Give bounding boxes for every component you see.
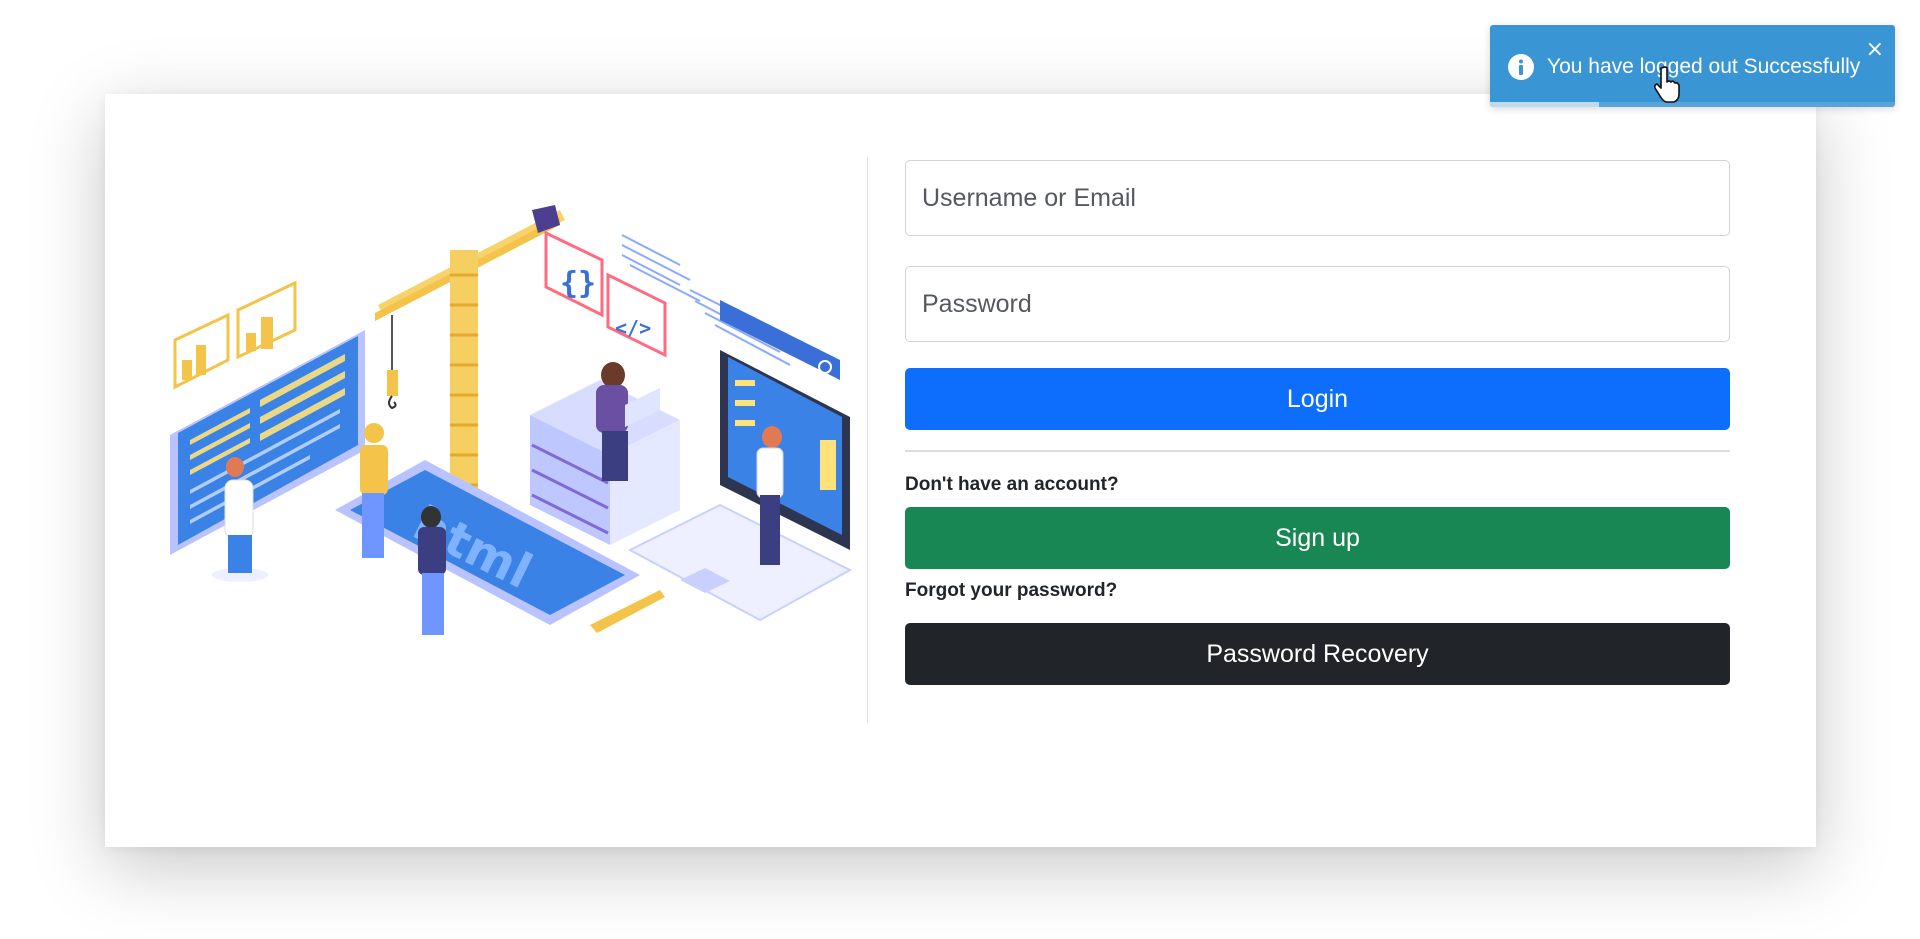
web-development-illustration: {} </> html — [170, 205, 853, 635]
chart-windows — [173, 280, 297, 390]
toast-progress-bar — [1490, 102, 1600, 107]
username-input[interactable] — [905, 160, 1730, 236]
password-input[interactable] — [905, 266, 1730, 342]
password-recovery-button[interactable]: Password Recovery — [905, 623, 1730, 685]
form-divider — [905, 450, 1730, 452]
info-icon — [1508, 54, 1534, 80]
toast-message: You have logged out Successfully — [1547, 55, 1861, 78]
login-button[interactable]: Login — [905, 368, 1730, 430]
svg-text:</>: </> — [615, 316, 651, 340]
no-account-label: Don't have an account? — [905, 474, 1119, 495]
signup-button[interactable]: Sign up — [905, 507, 1730, 569]
hand-cursor-icon — [1653, 66, 1680, 103]
vertical-divider — [867, 157, 868, 723]
server-stack — [530, 362, 680, 545]
code-windows: {} </> — [544, 230, 791, 366]
logout-toast[interactable]: You have logged out Successfully × — [1490, 25, 1895, 107]
forgot-password-label: Forgot your password? — [905, 580, 1118, 601]
close-icon[interactable]: × — [1866, 39, 1884, 61]
svg-text:{}: {} — [560, 266, 596, 301]
